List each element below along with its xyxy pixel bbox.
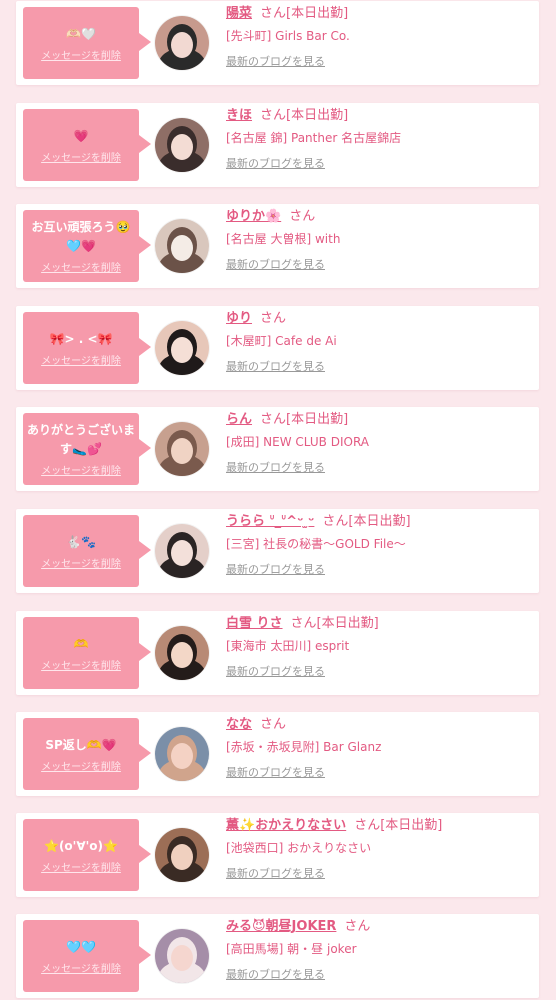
latest-blog-link[interactable]: 最新のブログを見る — [226, 763, 533, 783]
latest-blog-link[interactable]: 最新のブログを見る — [226, 52, 533, 72]
delete-message-link[interactable]: メッセージを削除 — [41, 259, 121, 274]
user-name-link[interactable]: ゆりか🌸 — [226, 209, 281, 224]
message-text: ありがとうございます🥿💕 — [27, 423, 136, 456]
on-duty-badge: [本日出勤] — [348, 514, 411, 529]
honorific: さん — [290, 616, 317, 631]
delete-message-link[interactable]: メッセージを削除 — [41, 462, 121, 477]
message-bubble: 🫶 メッセージを削除 — [23, 617, 151, 689]
message-bubble: 🫶🏻🤍 メッセージを削除 — [23, 7, 151, 79]
delete-message-link[interactable]: メッセージを削除 — [41, 47, 121, 62]
message-list: 🫶🏻🤍 メッセージを削除 陽菜 さん[本日出勤] [先斗町] Girls Bar … — [0, 0, 556, 1000]
message-text: 🫶🏻🤍 — [66, 26, 96, 41]
delete-message-link[interactable]: メッセージを削除 — [41, 149, 121, 164]
shop-name: [東海市 太田川] esprit — [226, 639, 350, 653]
message-text: お互い頑張ろう🥹🩵💗 — [31, 220, 131, 253]
message-bubble: SP返し🫶💗 メッセージを削除 — [23, 718, 151, 790]
honorific: さん — [260, 108, 287, 123]
shop-name: [成田] NEW CLUB DIORA — [226, 435, 369, 449]
user-name-link[interactable]: なな — [226, 717, 252, 732]
shop-name: [高田馬場] 朝・昼 joker — [226, 942, 357, 956]
user-name-link[interactable]: みる😈朝昼JOKER — [226, 919, 336, 934]
on-duty-badge: [本日出勤] — [316, 616, 379, 631]
message-bubble: 🩵🩵 メッセージを削除 — [23, 920, 151, 992]
list-item: 🎀> . <🎀 メッセージを削除 ゆり さん [木屋町] Cafe de Ai 最… — [16, 306, 539, 390]
message-text: 🐇🐾 — [66, 534, 96, 549]
message-text: 💗 — [73, 128, 89, 143]
list-item: 🐇🐾 メッセージを削除 うらら ᐡ_ᐡ^ᵕ ̫ᵕ さん[本日出勤] [三宮] 社長… — [16, 509, 539, 593]
latest-blog-link[interactable]: 最新のブログを見る — [226, 357, 533, 377]
message-text: 🩵🩵 — [66, 939, 96, 954]
on-duty-badge: [本日出勤] — [286, 412, 349, 427]
shop-name: [赤坂・赤坂見附] Bar Glanz — [226, 740, 382, 754]
avatar[interactable] — [155, 219, 209, 273]
honorific: さん — [260, 6, 287, 21]
list-item: ⭐️(o'∀'o)⭐️ メッセージを削除 薫✨おかえりなさい さん[本日出勤] [… — [16, 813, 539, 897]
honorific: さん — [260, 717, 287, 732]
user-name-link[interactable]: うらら ᐡ_ᐡ^ᵕ ̫ᵕ — [226, 514, 314, 529]
delete-message-link[interactable]: メッセージを削除 — [41, 352, 121, 367]
shop-name: [名古屋 錦] Panther 名古屋錦店 — [226, 131, 402, 145]
user-name-link[interactable]: ゆり — [226, 311, 252, 326]
honorific: さん — [354, 818, 381, 833]
message-text: 🫶 — [73, 636, 89, 651]
message-bubble: 🎀> . <🎀 メッセージを削除 — [23, 312, 151, 384]
list-item: 🫶 メッセージを削除 白雪 りさ さん[本日出勤] [東海市 太田川] espri… — [16, 611, 539, 695]
message-bubble: 💗 メッセージを削除 — [23, 109, 151, 181]
message-bubble: ⭐️(o'∀'o)⭐️ メッセージを削除 — [23, 819, 151, 891]
on-duty-badge: [本日出勤] — [286, 108, 349, 123]
honorific: さん — [260, 412, 287, 427]
avatar[interactable] — [155, 321, 209, 375]
avatar[interactable] — [155, 828, 209, 882]
shop-name: [名古屋 大曽根] with — [226, 232, 341, 246]
delete-message-link[interactable]: メッセージを削除 — [41, 657, 121, 672]
latest-blog-link[interactable]: 最新のブログを見る — [226, 662, 533, 682]
latest-blog-link[interactable]: 最新のブログを見る — [226, 965, 533, 985]
delete-message-link[interactable]: メッセージを削除 — [41, 859, 121, 874]
message-text: SP返し🫶💗 — [45, 737, 117, 752]
avatar[interactable] — [155, 727, 209, 781]
latest-blog-link[interactable]: 最新のブログを見る — [226, 154, 533, 174]
honorific: さん — [344, 919, 371, 934]
shop-name: [先斗町] Girls Bar Co. — [226, 29, 350, 43]
honorific: さん — [289, 209, 316, 224]
list-item: 🫶🏻🤍 メッセージを削除 陽菜 さん[本日出勤] [先斗町] Girls Bar … — [16, 1, 539, 85]
honorific: さん — [322, 514, 349, 529]
shop-name: [池袋西口] おかえりなさい — [226, 841, 372, 855]
avatar[interactable] — [155, 16, 209, 70]
latest-blog-link[interactable]: 最新のブログを見る — [226, 864, 533, 884]
latest-blog-link[interactable]: 最新のブログを見る — [226, 255, 533, 275]
list-item: お互い頑張ろう🥹🩵💗 メッセージを削除 ゆりか🌸 さん [名古屋 大曽根] wit… — [16, 204, 539, 288]
list-item: 🩵🩵 メッセージを削除 みる😈朝昼JOKER さん [高田馬場] 朝・昼 joke… — [16, 914, 539, 998]
honorific: さん — [260, 311, 287, 326]
latest-blog-link[interactable]: 最新のブログを見る — [226, 458, 533, 478]
shop-name: [三宮] 社長の秘書〜GOLD File〜 — [226, 537, 406, 551]
list-item: ありがとうございます🥿💕 メッセージを削除 らん さん[本日出勤] [成田] NE… — [16, 407, 539, 491]
delete-message-link[interactable]: メッセージを削除 — [41, 555, 121, 570]
list-item: SP返し🫶💗 メッセージを削除 なな さん [赤坂・赤坂見附] Bar Glanz… — [16, 712, 539, 796]
avatar[interactable] — [155, 524, 209, 578]
message-text: ⭐️(o'∀'o)⭐️ — [44, 838, 118, 853]
user-name-link[interactable]: 白雪 りさ — [226, 616, 283, 631]
delete-message-link[interactable]: メッセージを削除 — [41, 960, 121, 975]
message-bubble: お互い頑張ろう🥹🩵💗 メッセージを削除 — [23, 210, 151, 282]
avatar[interactable] — [155, 118, 209, 172]
list-item: 💗 メッセージを削除 きほ さん[本日出勤] [名古屋 錦] Panther 名古… — [16, 103, 539, 187]
message-text: 🎀> . <🎀 — [49, 331, 113, 346]
user-name-link[interactable]: 薫✨おかえりなさい — [226, 818, 346, 833]
avatar[interactable] — [155, 626, 209, 680]
latest-blog-link[interactable]: 最新のブログを見る — [226, 560, 533, 580]
user-name-link[interactable]: きほ — [226, 108, 252, 123]
message-bubble: ありがとうございます🥿💕 メッセージを削除 — [23, 413, 151, 485]
on-duty-badge: [本日出勤] — [286, 6, 349, 21]
user-name-link[interactable]: らん — [226, 412, 252, 427]
shop-name: [木屋町] Cafe de Ai — [226, 334, 337, 348]
message-bubble: 🐇🐾 メッセージを削除 — [23, 515, 151, 587]
delete-message-link[interactable]: メッセージを削除 — [41, 758, 121, 773]
avatar[interactable] — [155, 422, 209, 476]
user-name-link[interactable]: 陽菜 — [226, 6, 252, 21]
on-duty-badge: [本日出勤] — [380, 818, 443, 833]
avatar[interactable] — [155, 929, 209, 983]
